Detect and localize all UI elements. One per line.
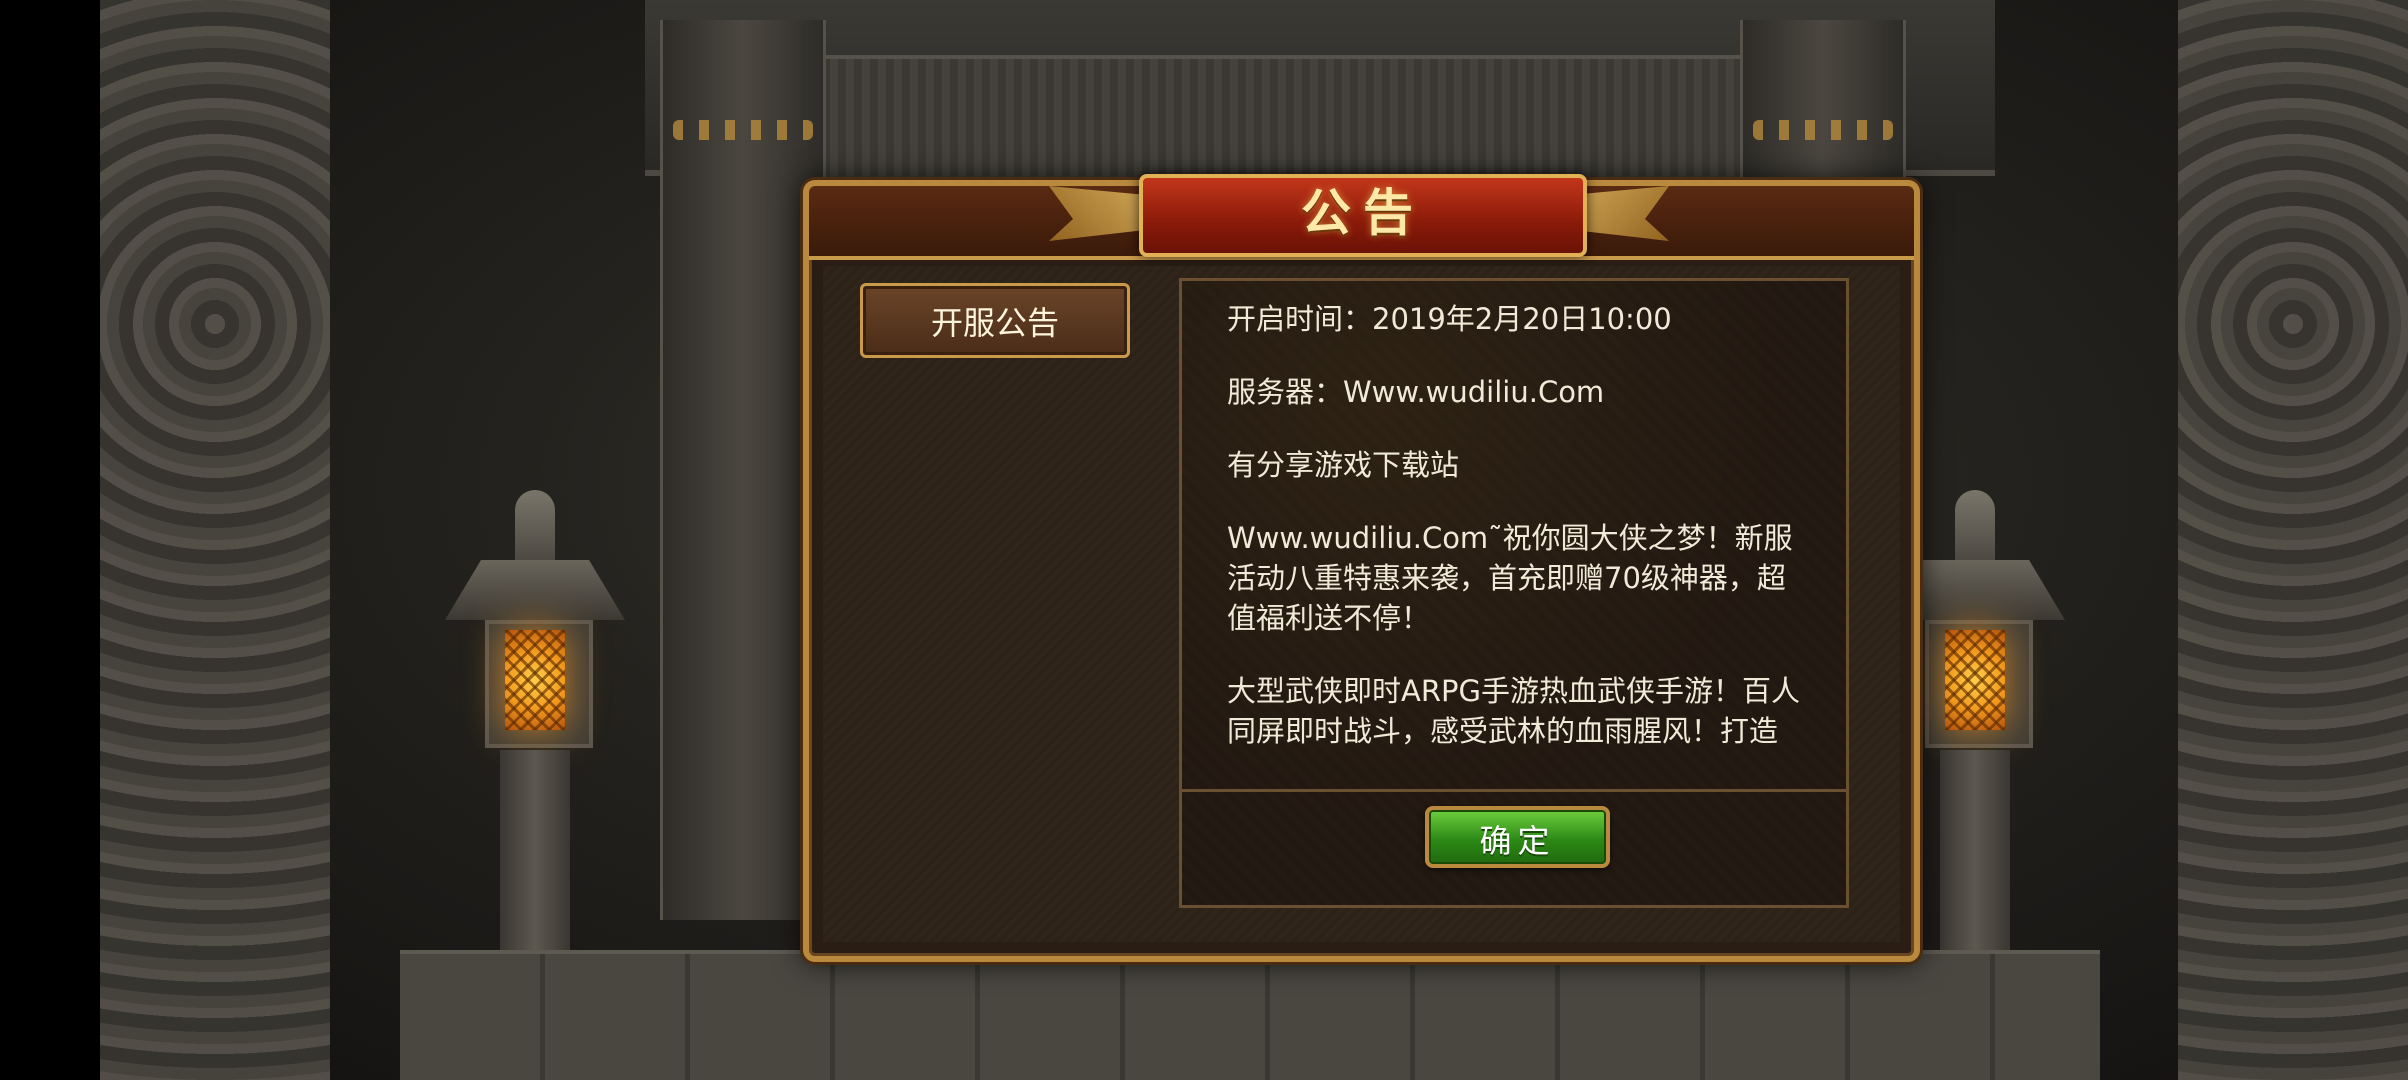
dragon-column-icon	[2178, 0, 2408, 1080]
game-screen: 公告 开服公告 开启时间：2019年2月20日10:00 服务器：Www.wud…	[0, 0, 2408, 1080]
notice-line: 大型武侠即时ARPG手游热血武侠手游！百人同屏即时战斗，感受武林的血雨腥风！打造	[1227, 674, 1800, 748]
notice-content-scroll[interactable]: 开启时间：2019年2月20日10:00 服务器：Www.wudiliu.Com…	[1227, 299, 1807, 764]
tab-server-notice[interactable]: 开服公告	[860, 283, 1130, 358]
dragon-column-icon	[100, 0, 330, 1080]
stone-steps	[400, 950, 2100, 1080]
notice-line: 开启时间：2019年2月20日10:00	[1227, 302, 1672, 336]
stone-pillar-left	[660, 20, 826, 920]
confirm-button[interactable]: 确定	[1425, 806, 1610, 868]
dialog-title: 公告	[1301, 183, 1425, 242]
left-black-bar	[0, 0, 100, 1080]
title-plate: 公告	[1139, 174, 1587, 257]
temple-background: 公告 开服公告 开启时间：2019年2月20日10:00 服务器：Www.wud…	[100, 0, 2408, 1080]
gate-door	[810, 55, 1838, 193]
notice-line: 服务器：Www.wudiliu.Com	[1227, 375, 1605, 409]
lantern-icon	[445, 490, 625, 970]
notice-dialog: 公告 开服公告 开启时间：2019年2月20日10:00 服务器：Www.wud…	[803, 174, 1920, 962]
notice-line: 有分享游戏下载站	[1227, 448, 1460, 482]
notice-line: Www.wudiliu.Com˜祝你圆大侠之梦！新服活动八重特惠来袭，首充即赠7…	[1227, 521, 1793, 635]
content-divider	[1182, 789, 1846, 792]
notice-content-frame: 开启时间：2019年2月20日10:00 服务器：Www.wudiliu.Com…	[1179, 278, 1849, 908]
